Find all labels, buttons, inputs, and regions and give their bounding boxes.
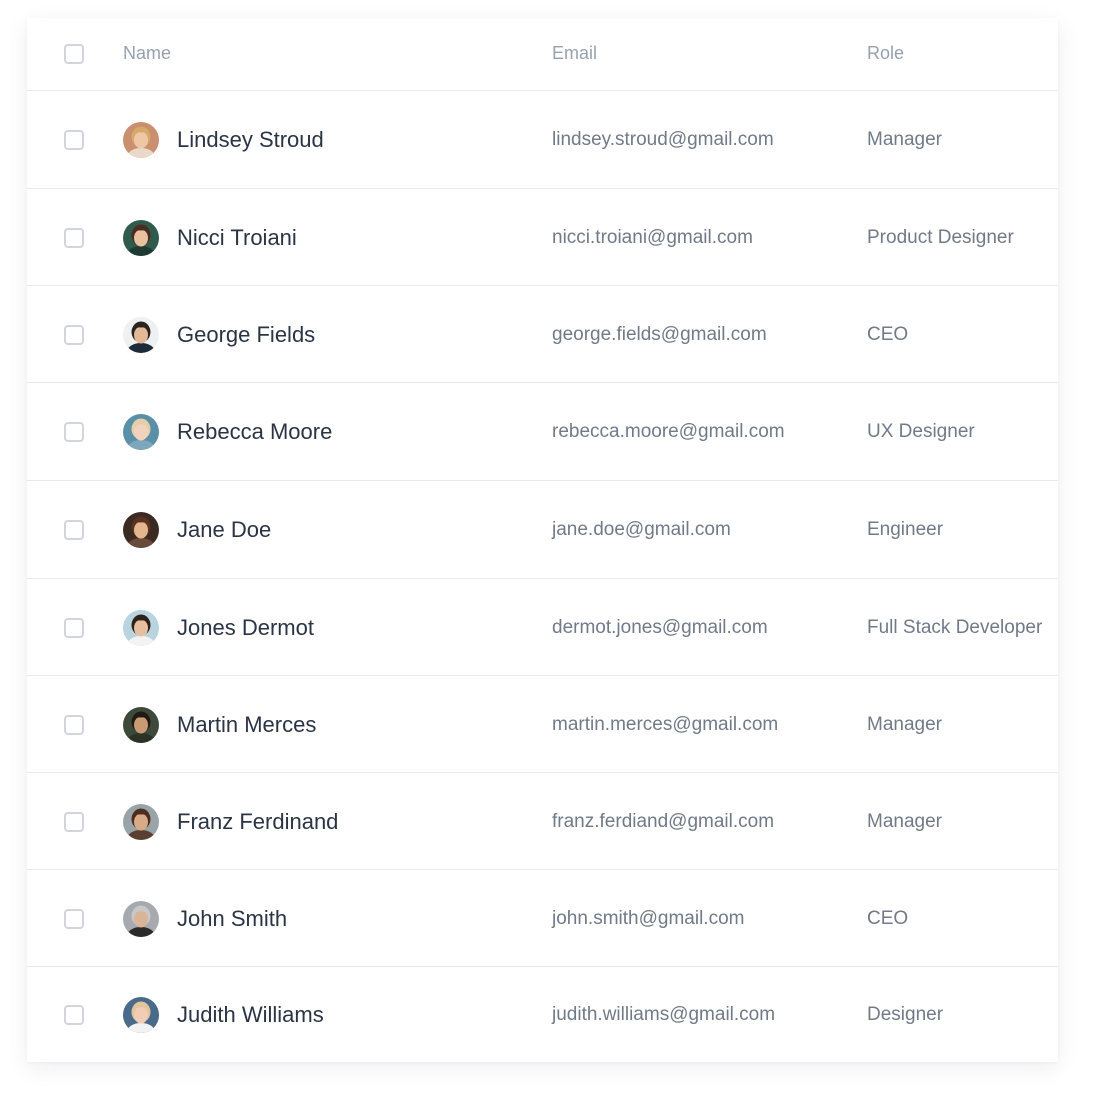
user-name: John Smith — [177, 905, 288, 931]
user-role: Full Stack Developer — [867, 616, 1043, 638]
table-row[interactable]: Martin Merces martin.merces@gmail.com Mana… — [27, 675, 1058, 773]
avatar — [123, 900, 159, 937]
avatar — [123, 122, 159, 158]
user-email: jane.doe@gmail.com — [552, 519, 731, 540]
user-role: Engineer — [867, 519, 944, 540]
user-role: Manager — [867, 713, 942, 735]
user-email: judith.williams@gmail.com — [552, 1004, 776, 1025]
user-email: rebecca.moore@gmail.com — [552, 421, 785, 442]
row-checkbox[interactable] — [64, 714, 84, 735]
avatar — [123, 414, 159, 450]
user-name: Judith Williams — [177, 1002, 324, 1027]
table-row[interactable]: Jones Dermot dermot.jones@gmail.com Full S… — [27, 578, 1058, 676]
table-row[interactable]: George Fields george.fields@gmail.com CEO — [27, 285, 1058, 383]
row-checkbox[interactable] — [64, 908, 84, 929]
row-checkbox[interactable] — [64, 1005, 84, 1025]
user-role: Manager — [867, 129, 942, 150]
user-role: UX Designer — [867, 421, 975, 442]
user-role: Product Designer — [867, 226, 1014, 248]
user-name: Nicci Troiani — [177, 224, 297, 250]
table-row[interactable]: Rebecca Moore rebecca.moore@gmail.com UX D… — [27, 382, 1058, 481]
user-name: George Fields — [177, 321, 316, 347]
user-role: CEO — [867, 323, 909, 345]
user-name: Jane Doe — [177, 517, 272, 542]
user-role: Designer — [867, 1004, 944, 1025]
row-checkbox[interactable] — [64, 324, 84, 345]
avatar — [123, 219, 159, 256]
table-row[interactable]: Judith Williams judith.williams@gmail.com… — [27, 966, 1058, 1062]
user-email: george.fields@gmail.com — [552, 323, 767, 345]
user-name: Franz Ferdinand — [177, 808, 339, 834]
table-row[interactable]: Franz Ferdinand franz.ferdiand@gmail.com M… — [27, 772, 1058, 870]
user-name: Martin Merces — [177, 711, 317, 737]
row-checkbox[interactable] — [64, 811, 84, 832]
user-name: Lindsey Stroud — [177, 127, 324, 152]
avatar — [123, 512, 159, 548]
user-email: franz.ferdiand@gmail.com — [552, 810, 775, 832]
user-role: Manager — [867, 810, 942, 832]
column-header-role[interactable]: Role — [867, 42, 904, 64]
table-header: Name Email Role — [27, 18, 1058, 90]
column-header-name[interactable]: Name — [123, 42, 171, 64]
row-checkbox[interactable] — [64, 130, 84, 150]
user-email: dermot.jones@gmail.com — [552, 616, 768, 638]
users-table: Name Email Role Lindsey Stroud lindsey.st… — [27, 18, 1058, 1062]
user-role: CEO — [867, 907, 909, 929]
avatar — [123, 997, 159, 1033]
user-email: john.smith@gmail.com — [552, 907, 745, 929]
avatar — [123, 706, 159, 743]
table-row[interactable]: Lindsey Stroud lindsey.stroud@gmail.com Ma… — [27, 90, 1058, 189]
row-checkbox[interactable] — [64, 617, 84, 638]
user-email: lindsey.stroud@gmail.com — [552, 129, 774, 150]
user-name: Jones Dermot — [177, 614, 314, 640]
user-email: nicci.troiani@gmail.com — [552, 226, 753, 248]
row-checkbox[interactable] — [64, 520, 84, 540]
table-row[interactable]: John Smith john.smith@gmail.com CEO — [27, 869, 1058, 967]
table-row[interactable]: Nicci Troiani nicci.troiani@gmail.com Prod… — [27, 188, 1058, 286]
column-header-email[interactable]: Email — [552, 42, 597, 64]
avatar — [123, 609, 159, 646]
table-row[interactable]: Jane Doe jane.doe@gmail.com Engineer — [27, 480, 1058, 579]
row-checkbox[interactable] — [64, 422, 84, 442]
row-checkbox[interactable] — [64, 227, 84, 248]
user-name: Rebecca Moore — [177, 419, 333, 444]
avatar — [123, 316, 159, 353]
user-email: martin.merces@gmail.com — [552, 713, 779, 735]
avatar — [123, 803, 159, 840]
select-all-checkbox[interactable] — [64, 44, 84, 64]
